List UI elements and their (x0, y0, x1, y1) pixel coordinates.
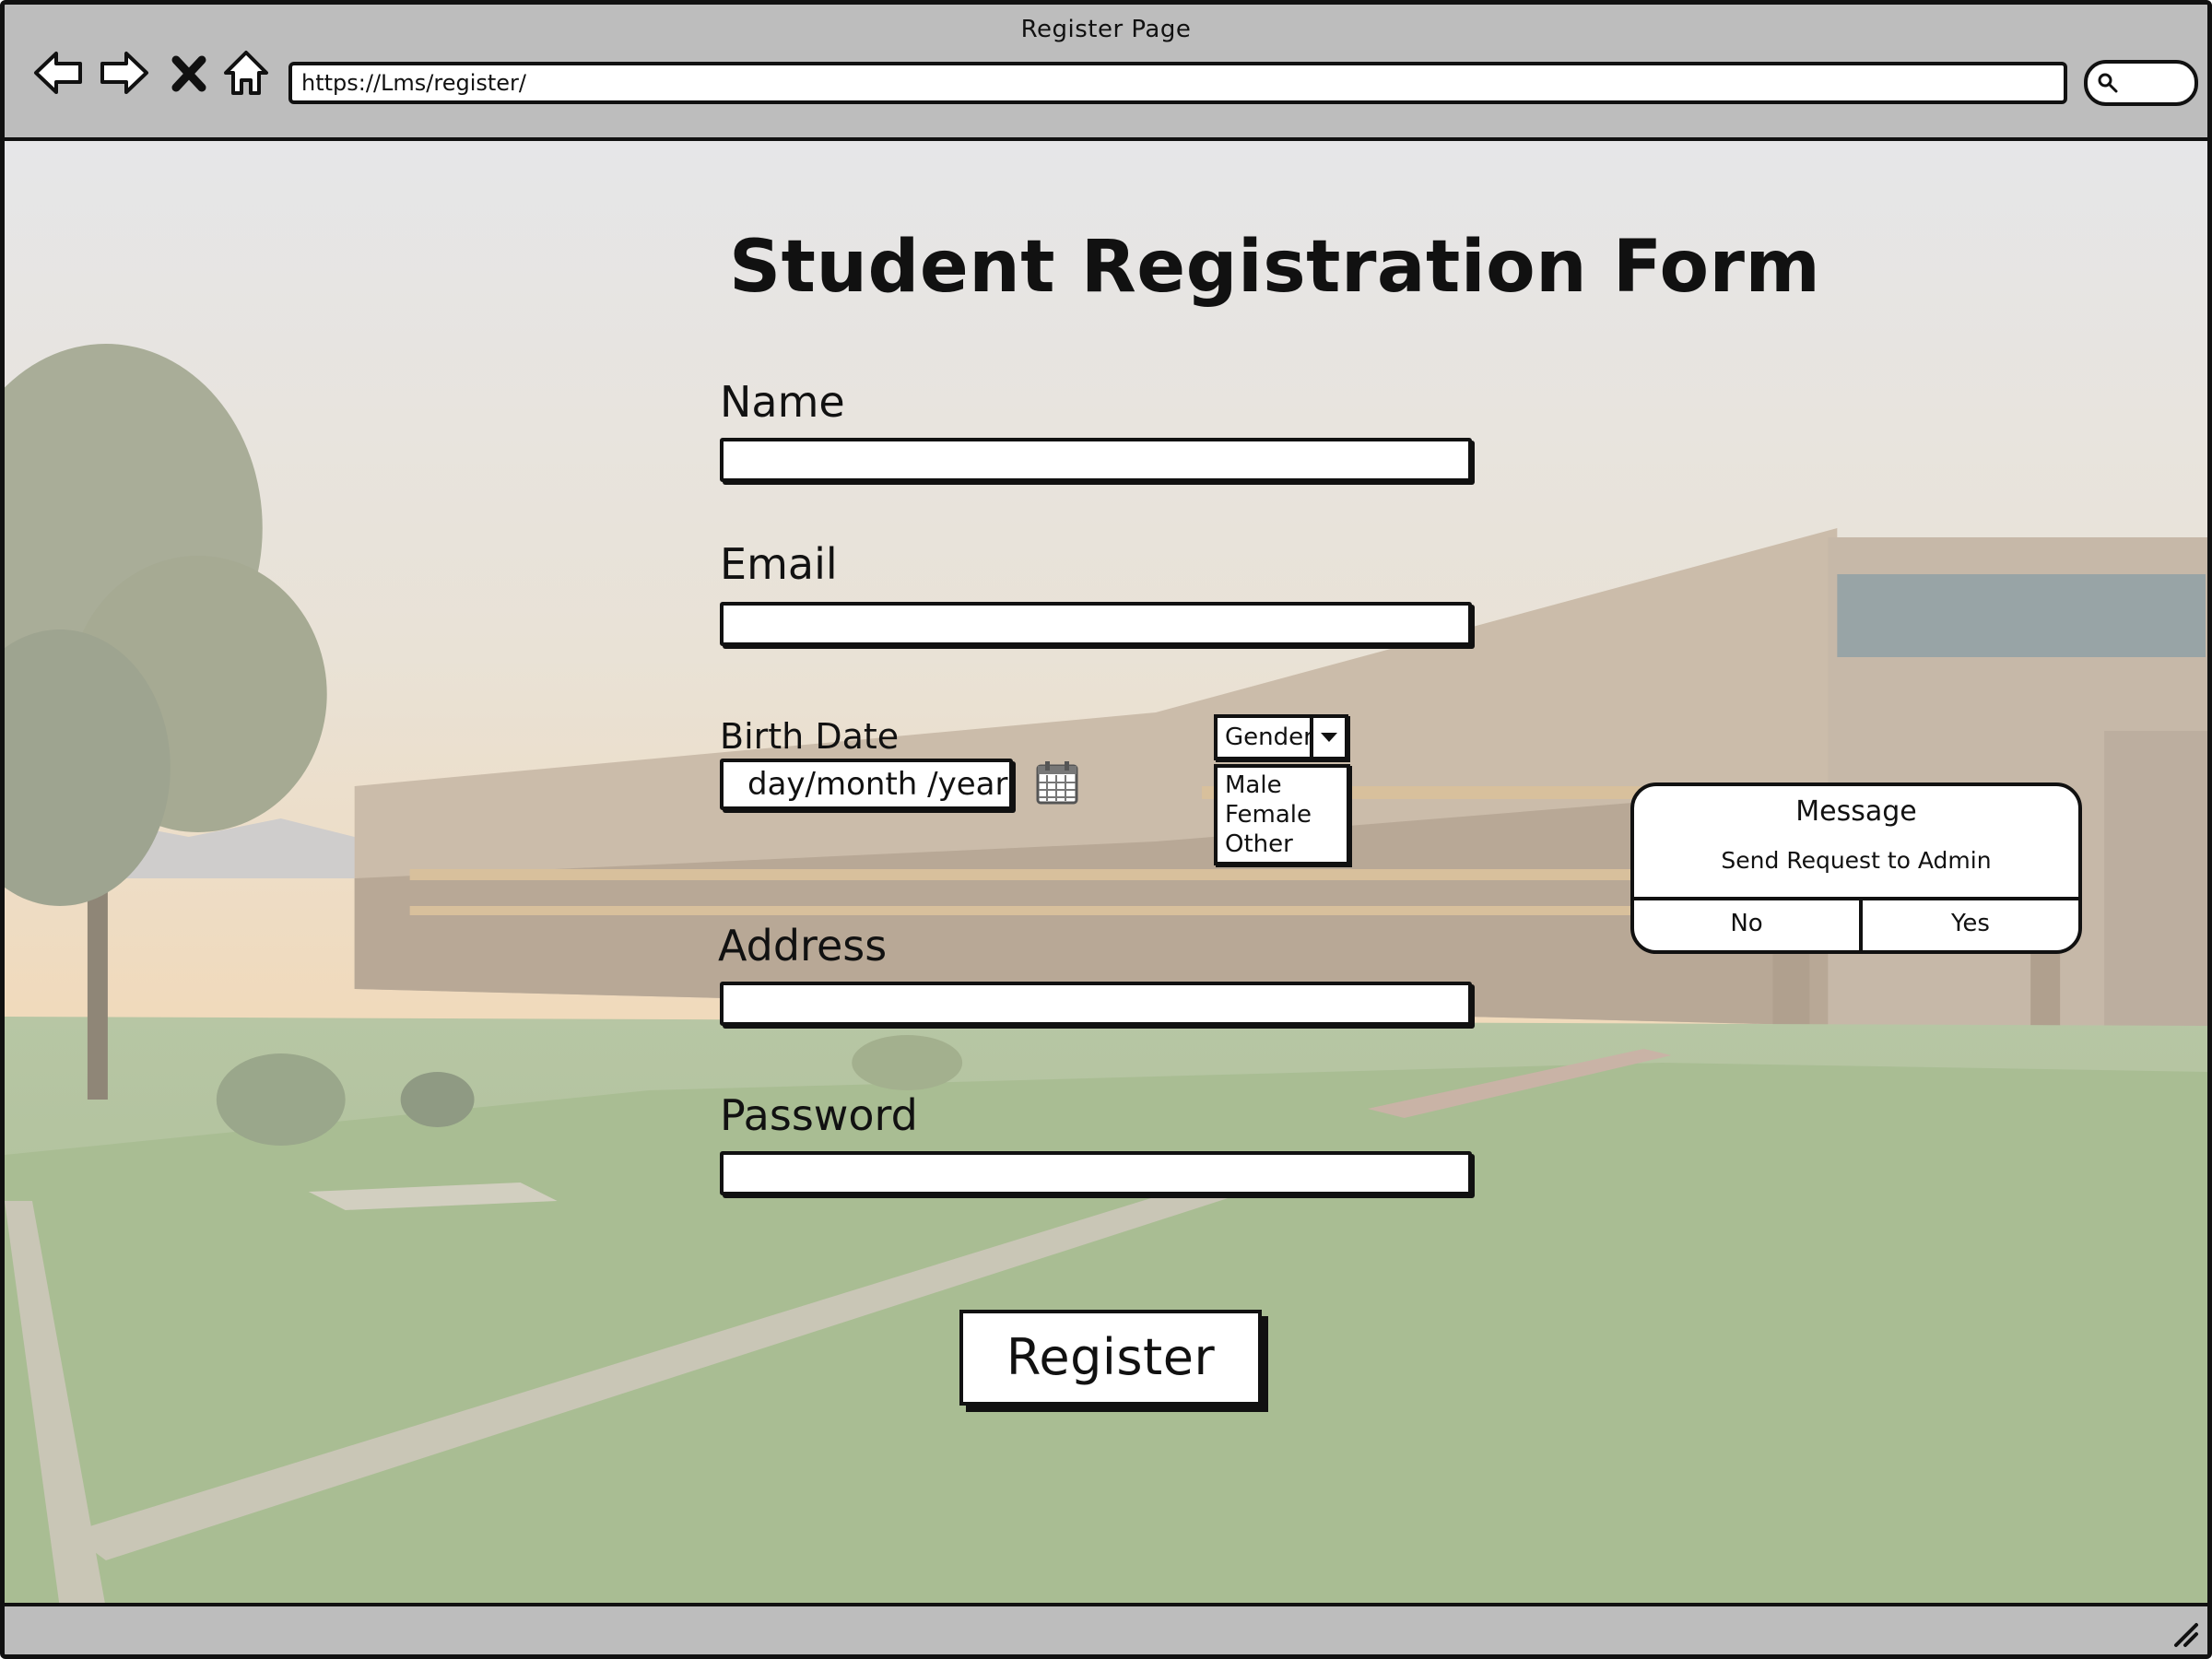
home-icon[interactable] (218, 45, 274, 100)
page-content: Student Registration Form Name Email Bir… (5, 141, 2207, 1608)
name-input[interactable] (720, 438, 1472, 482)
dialog-button-row: No Yes (1634, 897, 2078, 950)
form-title: Student Registration Form (729, 226, 1821, 309)
register-button[interactable]: Register (959, 1310, 1262, 1406)
status-bar (5, 1603, 2207, 1654)
forward-arrow-icon[interactable] (97, 45, 152, 100)
email-input[interactable] (720, 602, 1472, 646)
name-label: Name (720, 377, 845, 427)
browser-toolbar: Register Page https://Lms/register/ (5, 5, 2207, 141)
address-bar[interactable]: https://Lms/register/ (288, 62, 2067, 104)
close-icon[interactable] (163, 45, 215, 100)
password-label: Password (720, 1090, 918, 1140)
search-icon (2098, 73, 2118, 93)
email-label: Email (720, 539, 838, 589)
gender-select-value: Gender (1225, 724, 1313, 751)
browser-window: Register Page https://Lms/register/ Stud… (0, 0, 2212, 1659)
gender-option-female[interactable]: Female (1225, 801, 1312, 829)
birth-date-input[interactable]: day/month /year (720, 759, 1013, 810)
back-arrow-icon[interactable] (30, 45, 86, 100)
address-label: Address (718, 921, 888, 971)
password-input[interactable] (720, 1151, 1472, 1195)
gender-option-male[interactable]: Male (1225, 771, 1282, 799)
dialog-message: Send Request to Admin (1721, 847, 1992, 874)
message-dialog: Message Send Request to Admin No Yes (1630, 782, 2082, 954)
calendar-icon[interactable] (1035, 759, 1079, 806)
window-title: Register Page (1020, 16, 1192, 43)
browser-search-box[interactable] (2084, 60, 2198, 106)
gender-select[interactable]: Gender (1214, 714, 1348, 760)
address-input[interactable] (720, 982, 1472, 1026)
dialog-no-button[interactable]: No (1634, 900, 1863, 950)
gender-option-other[interactable]: Other (1225, 830, 1293, 858)
birth-date-label: Birth Date (720, 716, 900, 757)
dialog-yes-button[interactable]: Yes (1863, 900, 2078, 950)
dialog-title: Message (1795, 795, 1917, 828)
chevron-down-icon[interactable] (1310, 718, 1345, 757)
resize-grip-icon[interactable] (2165, 1614, 2202, 1651)
gender-options-list: Male Female Other (1214, 764, 1350, 865)
